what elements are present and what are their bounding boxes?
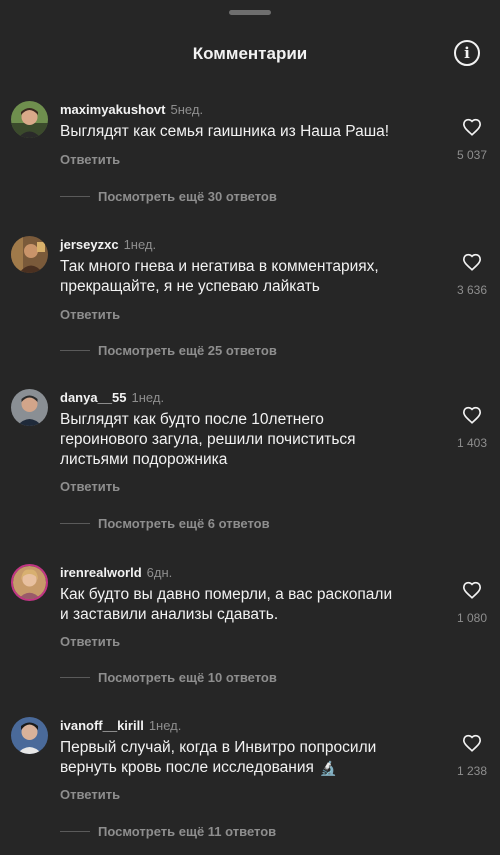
avatar[interactable] <box>11 101 48 138</box>
reply-button[interactable]: Ответить <box>60 152 120 167</box>
reply-button[interactable]: Ответить <box>60 787 120 802</box>
page-title: Комментарии <box>192 44 308 63</box>
comment-text-line: Первый случай, когда в Инвитро попросили <box>60 739 377 756</box>
username[interactable]: danya__55 <box>60 390 127 405</box>
comment-text-line: Как будто вы давно померли, а вас раскоп… <box>60 586 393 603</box>
like-group: 1 403 <box>442 406 500 450</box>
reply-button[interactable]: Ответить <box>60 634 120 649</box>
sheet-grabber[interactable] <box>229 10 271 15</box>
comments-sheet: { "header": { "title": "Комментарии", "i… <box>0 0 500 855</box>
timestamp: 5нед. <box>170 102 204 117</box>
comment-text-line: героинового загула, решили почиститься <box>60 431 356 448</box>
view-replies-button[interactable]: Посмотреть ещё 10 ответов <box>60 669 277 685</box>
view-replies-label: Посмотреть ещё 30 ответов <box>98 188 277 204</box>
divider-line <box>60 830 90 832</box>
comment-text: Выглядят как будто после 10летнего герои… <box>60 410 440 470</box>
username[interactable]: irenrealworld <box>60 565 142 580</box>
comment-text-content: вернуть кровь после исследования <box>60 759 314 777</box>
info-icon[interactable]: i <box>454 40 480 66</box>
heart-icon[interactable] <box>462 118 482 136</box>
reply-button[interactable]: Ответить <box>60 307 120 322</box>
comment-header: irenrealworld 6дн. <box>60 565 172 580</box>
divider-line <box>60 195 90 197</box>
comment-text-line: прекращайте, я не успеваю лайкать <box>60 278 320 295</box>
view-replies-label: Посмотреть ещё 10 ответов <box>98 669 277 685</box>
comment-text-line: Выглядят как будто после 10летнего <box>60 411 324 428</box>
comment-text: Как будто вы давно померли, а вас раскоп… <box>60 585 440 625</box>
reply-button[interactable]: Ответить <box>60 479 120 494</box>
comment-text: Так много гнева и негатива в комментария… <box>60 257 440 297</box>
username[interactable]: ivanoff__kirill <box>60 718 144 733</box>
microscope-icon: 🔬 <box>319 760 338 776</box>
username[interactable]: maximyakushovt <box>60 102 166 117</box>
timestamp: 1нед. <box>123 237 157 252</box>
divider-line <box>60 522 90 524</box>
header: Комментарии i <box>0 36 500 72</box>
view-replies-button[interactable]: Посмотреть ещё 6 ответов <box>60 515 270 531</box>
view-replies-label: Посмотреть ещё 6 ответов <box>98 515 270 531</box>
like-count: 1 080 <box>456 611 488 625</box>
heart-icon[interactable] <box>462 406 482 424</box>
like-count: 1 238 <box>456 764 488 778</box>
view-replies-label: Посмотреть ещё 11 ответов <box>98 823 277 839</box>
timestamp: 6дн. <box>146 565 173 580</box>
like-count: 3 636 <box>456 283 488 297</box>
like-count: 1 403 <box>456 436 488 450</box>
view-replies-button[interactable]: Посмотреть ещё 25 ответов <box>60 342 277 358</box>
comment-header: jerseyzxc 1нед. <box>60 237 156 252</box>
divider-line <box>60 349 90 351</box>
like-group: 3 636 <box>442 253 500 297</box>
avatar[interactable] <box>11 564 48 601</box>
comment-item: jerseyzxc 1нед. Так много гнева и негатив… <box>0 236 500 360</box>
username[interactable]: jerseyzxc <box>60 237 119 252</box>
timestamp: 1нед. <box>131 390 165 405</box>
comment-item: ivanoff__kirill 1нед. Первый случай, когд… <box>0 717 500 841</box>
avatar[interactable] <box>11 236 48 273</box>
avatar[interactable] <box>11 389 48 426</box>
comment-text-line: Так много гнева и негатива в комментария… <box>60 258 379 275</box>
comment-item: irenrealworld 6дн. Как будто вы давно пом… <box>0 564 500 688</box>
comment-header: danya__55 1нед. <box>60 390 164 405</box>
like-group: 1 080 <box>442 581 500 625</box>
comment-text-line: вернуть кровь после исследования 🔬 <box>60 758 440 778</box>
heart-icon[interactable] <box>462 734 482 752</box>
like-group: 5 037 <box>442 118 500 162</box>
comment-header: ivanoff__kirill 1нед. <box>60 718 181 733</box>
timestamp: 1нед. <box>148 718 182 733</box>
like-group: 1 238 <box>442 734 500 778</box>
view-replies-label: Посмотреть ещё 25 ответов <box>98 342 277 358</box>
comment-header: maximyakushovt 5нед. <box>60 102 203 117</box>
heart-icon[interactable] <box>462 253 482 271</box>
view-replies-button[interactable]: Посмотреть ещё 11 ответов <box>60 823 276 839</box>
avatar[interactable] <box>11 717 48 754</box>
comment-text-line: листьями подорожника <box>60 451 228 468</box>
view-replies-button[interactable]: Посмотреть ещё 30 ответов <box>60 188 277 204</box>
comment-text: Выглядят как семья гаишника из Наша Раша… <box>60 122 440 142</box>
comment-text: Первый случай, когда в Инвитро попросили… <box>60 738 440 778</box>
heart-icon[interactable] <box>462 581 482 599</box>
like-count: 5 037 <box>456 148 488 162</box>
comment-item: danya__55 1нед. Выглядят как будто после … <box>0 389 500 534</box>
comment-text-line: и заставили анализы сдавать. <box>60 606 279 623</box>
divider-line <box>60 676 90 678</box>
comment-item: maximyakushovt 5нед. Выглядят как семья г… <box>0 101 500 206</box>
comment-text-line: Выглядят как семья гаишника из Наша Раша… <box>60 123 390 140</box>
